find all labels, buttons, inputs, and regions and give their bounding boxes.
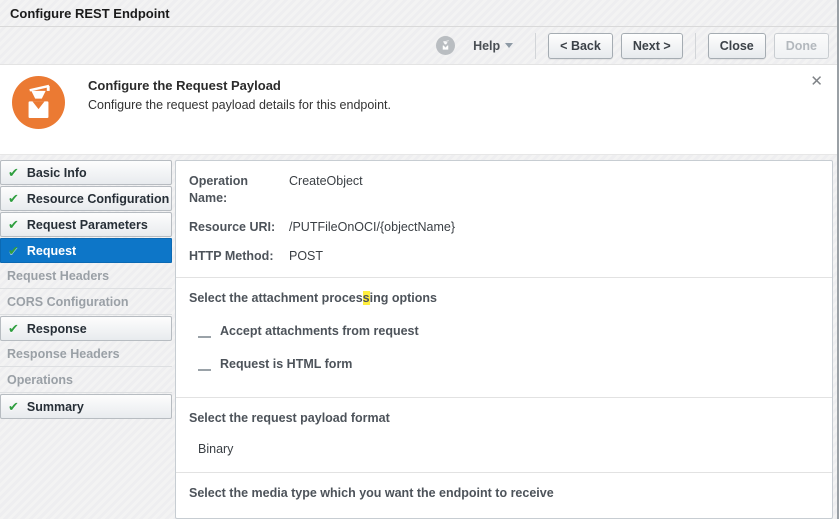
field-value: /PUTFileOnOCI/{objectName} xyxy=(289,219,455,236)
attachment-option-label: Request is HTML form xyxy=(220,358,352,371)
next-button[interactable]: Next > xyxy=(621,33,683,59)
rest-adapter-icon xyxy=(12,76,65,129)
wizard-body: ✔ Basic Info ✔ Resource Configuration ✔ … xyxy=(0,155,837,519)
sidebar-step-label: Request Parameters xyxy=(27,218,148,232)
back-button[interactable]: < Back xyxy=(548,33,613,59)
operation-summary-fields: Operation Name: CreateObject Resource UR… xyxy=(189,173,818,265)
close-button[interactable]: Close xyxy=(708,33,766,59)
configure-rest-endpoint-window: Configure REST Endpoint Help < Back Next… xyxy=(0,0,839,519)
sidebar-step-label: Request Headers xyxy=(7,269,109,283)
field-label: HTTP Method: xyxy=(189,248,289,265)
field-label: Operation Name: xyxy=(189,173,289,207)
attachment-option-label: Accept attachments from request xyxy=(220,325,419,338)
wizard-step-subtitle: Configure the request payload details fo… xyxy=(88,98,391,112)
rest-adapter-mini-icon xyxy=(436,36,455,55)
field-label: Resource URI: xyxy=(189,219,289,236)
sidebar-step-item[interactable]: ✔ Summary xyxy=(0,394,172,419)
sidebar-step-label: Resource Configuration xyxy=(27,192,169,206)
wizard-step-title: Configure the Request Payload xyxy=(88,78,391,93)
done-button: Done xyxy=(774,33,829,59)
step-complete-check-icon: ✔ xyxy=(8,165,19,181)
step-complete-check-icon: ✔ xyxy=(8,217,19,233)
step-complete-check-icon: ✔ xyxy=(8,191,19,207)
find-highlight: s xyxy=(363,291,370,305)
section-divider xyxy=(176,277,832,278)
sidebar-step-item[interactable]: ✔ Basic Info xyxy=(0,160,172,185)
sidebar-step-item: ✔ Request Headers xyxy=(0,264,172,289)
toolbar-separator xyxy=(535,33,536,59)
sidebar-step-label: Response xyxy=(27,322,87,336)
step-complete-check-icon: ✔ xyxy=(8,399,19,415)
sidebar-step-item[interactable]: ✔ Request xyxy=(0,238,172,263)
field-row: Resource URI: /PUTFileOnOCI/{objectName} xyxy=(189,219,818,236)
field-row: Operation Name: CreateObject xyxy=(189,173,818,207)
payload-format-value[interactable]: Binary xyxy=(198,442,818,456)
sidebar-step-item: ✔ CORS Configuration xyxy=(0,290,172,315)
step-complete-check-icon: ✔ xyxy=(8,243,19,259)
section-divider xyxy=(176,472,832,473)
sidebar-step-item[interactable]: ✔ Request Parameters xyxy=(0,212,172,237)
attachment-title-suffix: ing options xyxy=(370,291,437,305)
funnel-glyph xyxy=(440,40,451,51)
attachment-options: Accept attachments from request Request … xyxy=(189,325,818,371)
wizard-header-text: Configure the Request Payload Configure … xyxy=(88,76,391,112)
attachment-option-checkbox[interactable]: Request is HTML form xyxy=(198,358,818,371)
sidebar-step-item[interactable]: ✔ Response xyxy=(0,316,172,341)
chevron-down-icon xyxy=(505,43,513,48)
wizard-toolbar: Help < Back Next > Close Done xyxy=(0,27,837,65)
sidebar-step-label: Response Headers xyxy=(7,347,120,361)
sidebar-step-label: Operations xyxy=(7,373,73,387)
checkbox-icon[interactable] xyxy=(198,329,211,338)
sidebar-step-item: ✔ Response Headers xyxy=(0,342,172,367)
sidebar-step-label: Request xyxy=(27,244,76,258)
field-value: CreateObject xyxy=(289,173,363,207)
section-divider xyxy=(176,397,832,398)
step-complete-check-icon: ✔ xyxy=(8,321,19,337)
sidebar-step-item: ✔ Operations xyxy=(0,368,172,393)
field-value: POST xyxy=(289,248,323,265)
close-icon[interactable]: ✕ xyxy=(810,75,823,89)
sidebar-step-label: Summary xyxy=(27,400,84,414)
help-label: Help xyxy=(473,39,500,53)
wizard-header: Configure the Request Payload Configure … xyxy=(0,65,837,155)
window-title: Configure REST Endpoint xyxy=(0,0,837,27)
wizard-step-nav: ✔ Basic Info ✔ Resource Configuration ✔ … xyxy=(0,160,172,519)
sidebar-step-label: Basic Info xyxy=(27,166,87,180)
field-row: HTTP Method: POST xyxy=(189,248,818,265)
attachment-title-prefix: Select the attachment proces xyxy=(189,291,363,305)
attachment-option-checkbox[interactable]: Accept attachments from request xyxy=(198,325,818,338)
request-payload-panel: Operation Name: CreateObject Resource UR… xyxy=(175,160,833,519)
sidebar-step-label: CORS Configuration xyxy=(7,295,129,309)
attachment-options-title: Select the attachment processing options xyxy=(189,291,818,305)
toolbar-separator xyxy=(695,33,696,59)
help-menu[interactable]: Help xyxy=(473,39,513,53)
media-type-title: Select the media type which you want the… xyxy=(189,486,818,500)
checkbox-icon[interactable] xyxy=(198,362,211,371)
sidebar-step-item[interactable]: ✔ Resource Configuration xyxy=(0,186,172,211)
payload-format-title: Select the request payload format xyxy=(189,411,818,425)
